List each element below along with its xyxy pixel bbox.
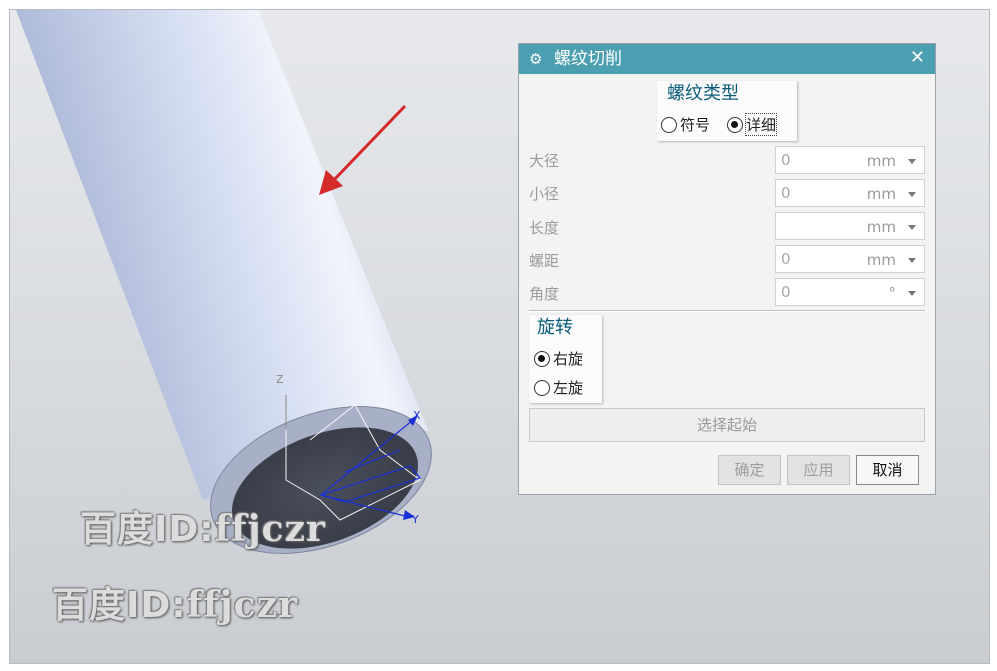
separator xyxy=(529,310,925,312)
y-axis-label: Y xyxy=(411,513,419,526)
angle-label: 角度 xyxy=(529,285,560,303)
pitch-label: 螺距 xyxy=(529,252,560,270)
length-field[interactable]: mm xyxy=(775,212,925,240)
symbol-label: 符号 xyxy=(680,116,711,134)
chevron-down-icon[interactable] xyxy=(908,291,916,296)
cancel-button[interactable]: 取消 xyxy=(856,455,919,485)
left-hand-option[interactable]: 左旋 xyxy=(534,377,583,398)
major-diameter-unit: mm xyxy=(866,152,896,170)
gear-icon: ⚙ xyxy=(529,50,543,68)
chevron-down-icon[interactable] xyxy=(908,225,916,230)
thread-type-group: 螺纹类型 符号 详细 xyxy=(657,81,797,141)
thread-type-title: 螺纹类型 xyxy=(667,83,739,104)
close-button[interactable]: ✕ xyxy=(910,47,925,69)
length-label: 长度 xyxy=(529,219,560,237)
pitch-unit: mm xyxy=(866,251,896,269)
chevron-down-icon[interactable] xyxy=(908,192,916,197)
major-diameter-label: 大径 xyxy=(529,152,560,170)
dialog-titlebar[interactable]: ⚙ 螺纹切削 ✕ xyxy=(519,44,935,74)
ok-button[interactable]: 确定 xyxy=(718,455,781,485)
watermark-1: 百度ID:ffjczr xyxy=(80,500,326,552)
select-start-button[interactable]: 选择起始 xyxy=(529,408,925,442)
pitch-value: 0 xyxy=(781,250,791,268)
major-diameter-field[interactable]: 0 mm xyxy=(775,146,925,174)
thread-type-detailed-option[interactable]: 详细 xyxy=(727,113,778,136)
x-axis-label: X xyxy=(413,409,421,422)
thread-type-symbol-option[interactable]: 符号 xyxy=(661,114,710,135)
minor-diameter-field[interactable]: 0 mm xyxy=(775,179,925,207)
angle-unit: ° xyxy=(888,284,897,302)
rotation-group: 旋转 右旋 左旋 xyxy=(529,315,602,403)
z-axis-label: Z xyxy=(276,373,284,386)
angle-value: 0 xyxy=(781,283,791,301)
watermark-2: 百度ID:ffjczr xyxy=(52,576,298,628)
minor-diameter-unit: mm xyxy=(866,185,896,203)
dialog-title: 螺纹切削 xyxy=(554,49,622,69)
red-arrow-shaft xyxy=(330,104,407,184)
right-hand-option[interactable]: 右旋 xyxy=(534,348,583,369)
watermark-cjk-1: 百度ID: xyxy=(80,509,215,550)
chevron-down-icon[interactable] xyxy=(908,258,916,263)
minor-diameter-value: 0 xyxy=(781,184,791,202)
detailed-radio[interactable] xyxy=(727,116,743,133)
watermark-cjk-2: 百度ID: xyxy=(52,585,187,626)
watermark-id-2: ffjczr xyxy=(186,584,299,626)
left-hand-label: 左旋 xyxy=(553,379,584,397)
major-diameter-value: 0 xyxy=(781,151,791,169)
right-hand-label: 右旋 xyxy=(553,350,584,368)
detailed-label: 详细 xyxy=(744,113,778,136)
apply-button[interactable]: 应用 xyxy=(787,455,850,485)
angle-field[interactable]: 0 ° xyxy=(775,278,925,306)
rotation-title: 旋转 xyxy=(537,317,573,338)
length-unit: mm xyxy=(866,218,896,236)
left-hand-radio[interactable] xyxy=(534,379,550,396)
right-hand-radio[interactable] xyxy=(534,350,550,367)
chevron-down-icon[interactable] xyxy=(908,159,916,164)
thread-cut-dialog: ⚙ 螺纹切削 ✕ 螺纹类型 符号 详细 大径 0 mm 小径 0 mm 长度 m… xyxy=(518,43,936,495)
watermark-id-1: ffjczr xyxy=(214,508,327,550)
pitch-field[interactable]: 0 mm xyxy=(775,245,925,273)
symbol-radio[interactable] xyxy=(661,116,677,133)
minor-diameter-label: 小径 xyxy=(529,185,560,203)
